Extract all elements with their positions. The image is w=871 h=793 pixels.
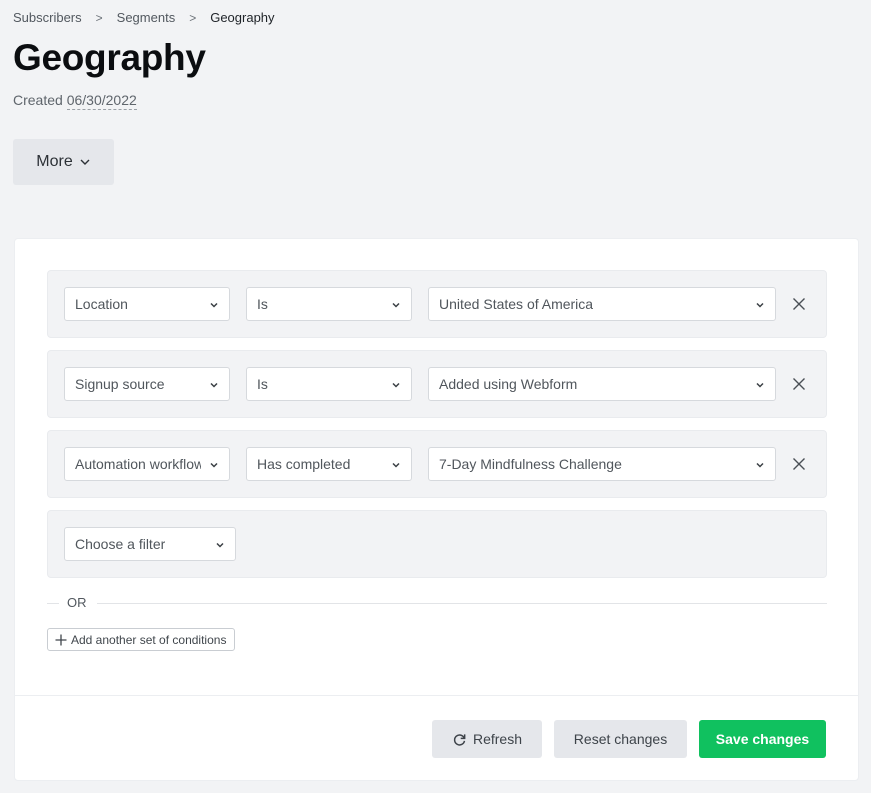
condition-field-select[interactable]: Location bbox=[64, 287, 230, 321]
new-condition-row: Choose a filter bbox=[47, 510, 827, 578]
chevron-down-icon bbox=[80, 159, 90, 165]
close-icon bbox=[793, 458, 805, 470]
chevron-down-icon bbox=[210, 462, 218, 468]
condition-value-select[interactable]: Added using Webform bbox=[428, 367, 776, 401]
divider-line bbox=[97, 603, 827, 604]
chevron-down-icon bbox=[392, 382, 400, 388]
chevron-down-icon bbox=[210, 382, 218, 388]
breadcrumb-segments[interactable]: Segments bbox=[117, 10, 176, 25]
remove-condition-button[interactable] bbox=[790, 375, 808, 393]
segment-conditions-card: Location Is United States of America Sig… bbox=[14, 238, 859, 781]
condition-row: Automation workflow Has completed 7-Day … bbox=[47, 430, 827, 498]
breadcrumb-separator: > bbox=[189, 10, 197, 25]
choose-filter-select[interactable]: Choose a filter bbox=[64, 527, 236, 561]
created-info: Created 06/30/2022 bbox=[13, 92, 137, 110]
chevron-down-icon bbox=[392, 302, 400, 308]
save-changes-label: Save changes bbox=[715, 731, 810, 747]
add-condition-set-button[interactable]: Add another set of conditions bbox=[47, 628, 236, 651]
breadcrumb-current: Geography bbox=[210, 10, 275, 25]
plus-icon bbox=[55, 634, 67, 645]
reset-changes-label: Reset changes bbox=[573, 731, 668, 747]
chevron-down-icon bbox=[756, 302, 764, 308]
condition-operator-select[interactable]: Is bbox=[246, 367, 412, 401]
or-label: OR bbox=[67, 595, 87, 610]
condition-row: Signup source Is Added using Webform bbox=[47, 350, 827, 418]
condition-field-select[interactable]: Automation workflow bbox=[64, 447, 230, 481]
divider-line bbox=[47, 603, 59, 604]
breadcrumb-subscribers[interactable]: Subscribers bbox=[13, 10, 82, 25]
breadcrumb: Subscribers > Segments > Geography bbox=[13, 10, 275, 25]
condition-field-select[interactable]: Signup source bbox=[64, 367, 230, 401]
remove-condition-button[interactable] bbox=[790, 455, 808, 473]
chevron-down-icon bbox=[756, 382, 764, 388]
refresh-label: Refresh bbox=[472, 731, 523, 747]
condition-value-select[interactable]: United States of America bbox=[428, 287, 776, 321]
save-changes-button[interactable]: Save changes bbox=[699, 720, 826, 758]
or-divider: OR bbox=[47, 595, 827, 613]
remove-condition-button[interactable] bbox=[790, 295, 808, 313]
chevron-down-icon bbox=[210, 302, 218, 308]
chevron-down-icon bbox=[216, 542, 224, 548]
more-label: More bbox=[36, 153, 73, 170]
more-button[interactable]: More bbox=[13, 139, 114, 185]
reset-changes-button[interactable]: Reset changes bbox=[554, 720, 687, 758]
chevron-down-icon bbox=[392, 462, 400, 468]
condition-operator-select[interactable]: Has completed bbox=[246, 447, 412, 481]
created-date[interactable]: 06/30/2022 bbox=[66, 92, 137, 110]
created-label: Created bbox=[13, 92, 63, 108]
close-icon bbox=[793, 378, 805, 390]
condition-row: Location Is United States of America bbox=[47, 270, 827, 338]
breadcrumb-separator: > bbox=[95, 10, 103, 25]
condition-operator-select[interactable]: Is bbox=[246, 287, 412, 321]
refresh-icon bbox=[453, 733, 466, 746]
refresh-button[interactable]: Refresh bbox=[432, 720, 542, 758]
close-icon bbox=[793, 298, 805, 310]
chevron-down-icon bbox=[756, 462, 764, 468]
page-title: Geography bbox=[13, 37, 206, 78]
add-condition-set-label: Add another set of conditions bbox=[71, 632, 227, 647]
condition-value-select[interactable]: 7-Day Mindfulness Challenge bbox=[428, 447, 776, 481]
footer-divider bbox=[15, 695, 858, 696]
